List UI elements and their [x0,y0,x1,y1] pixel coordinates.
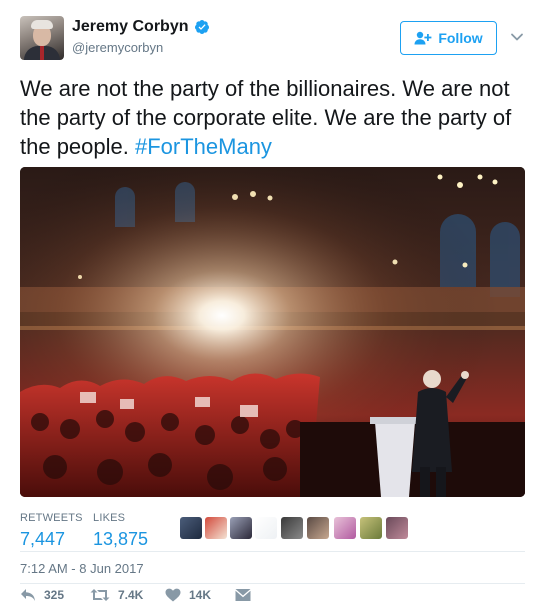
liker-avatar[interactable] [334,517,356,539]
liker-avatar[interactable] [307,517,329,539]
liker-avatar[interactable] [230,517,252,539]
retweet-count: 7.4K [118,588,144,602]
follow-user-icon [414,31,432,45]
liker-avatar[interactable] [281,517,303,539]
reply-icon [21,589,35,601]
divider [20,551,525,552]
retweets-value: 7,447 [20,529,66,549]
reply-count: 325 [44,588,65,602]
follow-button[interactable]: Follow [400,21,497,55]
likes-value: 13,875 [93,529,149,549]
retweet-button[interactable]: 7.4K [90,588,143,602]
hashtag-link[interactable]: #ForTheMany [135,134,272,159]
retweet-icon [90,589,110,601]
author-display-name[interactable]: Jeremy Corbyn [72,17,189,37]
likes-stat[interactable]: LIKES 13,875 [93,512,163,550]
chevron-down-icon[interactable] [510,30,524,44]
liker-avatar[interactable] [255,517,277,539]
rally-photo-illustration [20,167,525,497]
direct-message-button[interactable] [235,588,259,602]
avatar[interactable] [20,16,64,60]
follow-button-label: Follow [438,30,483,46]
tweet-text: We are not the party of the billionaires… [20,74,530,161]
retweets-label: RETWEETS [20,512,83,524]
liker-avatar[interactable] [205,517,227,539]
liker-avatar[interactable] [180,517,202,539]
direct-message-icon [235,589,251,601]
liker-avatar[interactable] [386,517,408,539]
tweet-timestamp[interactable]: 7:12 AM - 8 Jun 2017 [20,561,144,576]
like-count: 14K [189,588,212,602]
author-display-name-row[interactable]: Jeremy Corbyn [72,17,210,37]
tweet-header: Jeremy Corbyn @jeremycorbyn Follow [20,16,530,62]
tweet-photo[interactable] [20,167,525,497]
retweets-stat[interactable]: RETWEETS 7,447 [20,512,90,550]
heart-icon [165,588,181,602]
liker-avatar[interactable] [360,517,382,539]
author-names: Jeremy Corbyn @jeremycorbyn [72,17,210,57]
reply-button[interactable]: 325 [20,588,64,602]
verified-badge-icon [194,20,209,34]
likes-label: LIKES [93,512,126,524]
divider [20,583,525,584]
like-button[interactable]: 14K [165,588,211,602]
author-handle[interactable]: @jeremycorbyn [72,39,210,57]
